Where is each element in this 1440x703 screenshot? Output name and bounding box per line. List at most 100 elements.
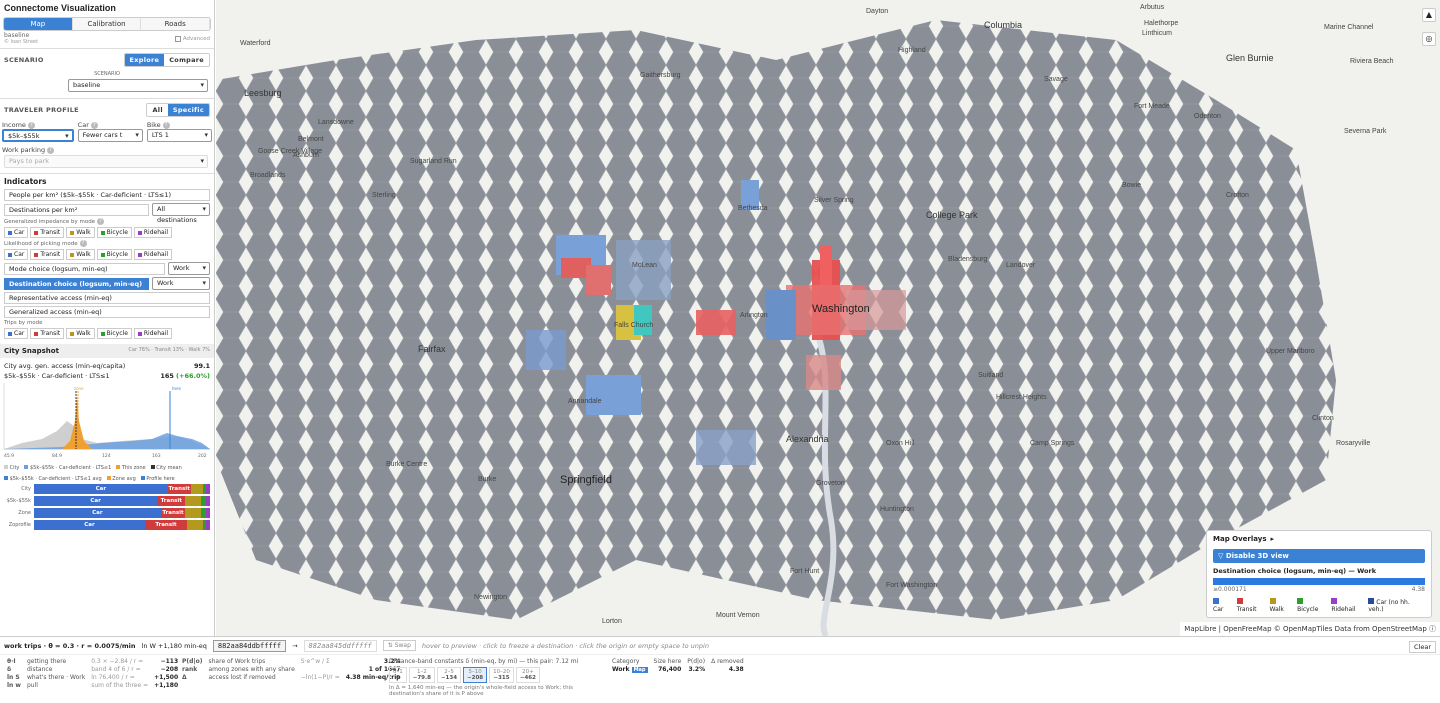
band-chip[interactable]: 0–1 0 [389,667,407,683]
tab-map[interactable]: Map [4,18,73,30]
traveler-all-button[interactable]: All [147,104,168,116]
indicator-mode-choice[interactable]: Mode choice (logsum, min-eq) [4,262,165,275]
help-icon[interactable]: ? [79,240,87,247]
mode-chip-car[interactable]: Car [4,227,29,238]
cell-desc: getting there [26,658,67,665]
mode-swatch [70,230,75,235]
help-icon[interactable]: ? [27,121,35,129]
destination-id[interactable]: 882aa845ddfffff [303,639,377,652]
cell-sym: δ [7,666,12,673]
dest-choice-filter-select[interactable]: Work [152,277,210,290]
mode-chip-transit[interactable]: Transit [30,227,65,238]
swap-button[interactable]: ⇅ Swap [382,640,416,651]
hint-text: hover to preview · click to freeze a des… [421,641,709,650]
clear-button[interactable]: Clear [1409,641,1436,653]
mode-label: Bicycle [106,229,128,236]
advanced-toggle[interactable]: Advanced [171,32,214,46]
band-chip[interactable]: 20+ −462 [515,667,540,683]
tab-roads[interactable]: Roads [141,18,210,30]
mode-chip-walk[interactable]: Walk [66,249,95,260]
place-label: Arbutus [1140,4,1165,11]
compare-button[interactable]: Compare [164,54,209,66]
overlay-legend-item: Transit [1236,598,1264,613]
destinations-filter-select[interactable]: All destinations [152,203,210,224]
mode-chip-bicycle[interactable]: Bicycle [96,249,132,260]
locate-icon[interactable]: ◎ [1422,32,1436,46]
band-chip[interactable]: 1–2 −79.8 [408,667,435,683]
mode-chip-ridehail[interactable]: Ridehail [133,227,173,238]
place-label: College Park [926,210,978,220]
tick-4: 202 [198,453,207,459]
breakdown-row: rank among zones with any share 1 of 1647 [179,666,404,674]
help-icon[interactable]: ? [97,218,105,225]
disable-3d-button[interactable]: ▽ Disable 3D view [1213,549,1425,563]
help-icon[interactable]: ? [90,121,98,129]
bar-label: Zone [18,510,31,516]
place-label: Sterling [372,192,396,199]
mode-choice-filter-select[interactable]: Work [168,262,210,275]
traveler-profile-label: TRAVELER PROFILE [4,106,79,114]
mode-chip-walk[interactable]: Walk [66,328,95,339]
indicator-people[interactable]: People per km² ($5k–$55k · Car-deficient… [4,189,210,201]
place-label: Groveton [816,480,845,487]
trips-by-mode-label: Trips by mode [4,320,43,326]
mode-chip-transit[interactable]: Transit [30,249,65,260]
mode-chip-car[interactable]: Car [4,328,29,339]
band-chip[interactable]: 10–20 −315 [489,667,514,683]
bar-segment [206,496,210,506]
car-select[interactable]: Fewer cars t [77,129,143,142]
legend-item: City mean [150,465,182,471]
advanced-checkbox[interactable] [174,36,181,42]
mode-chip-walk[interactable]: Walk [66,227,95,238]
income-select[interactable]: $5k–$55k [2,129,74,142]
help-icon[interactable]: ? [47,146,55,154]
origin-id[interactable]: 882aa84ddbfffff [212,639,287,652]
mode-label: Ridehail [143,251,169,258]
category-header: Category [612,658,640,665]
work-parking-label: Work parking? [2,146,212,154]
bike-label: Bike? [147,121,212,129]
mode-share-row: Zone Car Transit [4,508,210,518]
mode-swatch [100,252,105,257]
band-note: In Δ = 1,640 min-eq — the origin's whole… [389,685,573,697]
place-label: Broadlands [250,172,286,179]
access-distribution-chart: zone here 45.9 84.9 124 163 202 [3,383,210,459]
band-chip[interactable]: 2–5 −134 [436,667,462,683]
tick-2: 124 [102,453,111,459]
north-arrow-icon[interactable]: ▲ [1422,8,1436,22]
work-parking-select[interactable]: Pays to park [4,155,208,168]
map-canvas[interactable]: Waterford Leesburg Lansdowne Belmont Ashburn… [216,0,1440,636]
explore-button[interactable]: Explore [124,54,165,66]
cell-val: +1,180 [154,682,179,689]
bar-label: $5k–$55k [6,498,31,504]
traveler-specific-button[interactable]: Specific [167,104,209,116]
overlays-header[interactable]: Map Overlays ▸ [1213,535,1425,543]
mode-chip-ridehail[interactable]: Ridehail [133,249,173,260]
mode-chip-transit[interactable]: Transit [30,328,65,339]
scenario-select[interactable]: baseline [68,79,208,92]
place-label: Washington [812,303,870,315]
mode-chip-bicycle[interactable]: Bicycle [96,328,132,339]
bike-select[interactable]: LTS 1 [146,129,212,142]
mode-chip-car[interactable]: Car [4,249,29,260]
indicator-destination-choice[interactable]: Destination choice (logsum, min-eq) [4,277,149,290]
band-chip[interactable]: 5–10 −208 [463,667,488,683]
breakdown-row: ln w pull sum of the three = +1,180 [4,682,181,690]
place-label: Burke [478,476,497,483]
profile-access-label: $5k–$55k · Car-deficient · LTS≤1 [4,372,110,380]
bar-label: City [21,486,31,492]
tab-calibration[interactable]: Calibration [72,18,142,30]
place-label: Dayton [866,8,889,15]
indicator-gen-access[interactable]: Generalized access (min-eq) [4,306,210,318]
mode-chip-bicycle[interactable]: Bicycle [96,227,132,238]
indicator-destinations[interactable]: Destinations per km² [4,203,149,216]
indicator-rep-access[interactable]: Representative access (min-eq) [4,292,210,304]
mode-swatch [137,252,142,257]
place-label: Clinton [1312,415,1334,422]
tick-3: 163 [152,453,161,459]
mode-chip-ridehail[interactable]: Ridehail [133,328,173,339]
place-label: Hillcrest Heights [996,394,1047,401]
help-icon[interactable]: ? [162,121,170,129]
avg-access-label: City avg. gen. access (min-eq/capita) [4,362,126,370]
legend-item: Zone avg [106,476,136,482]
